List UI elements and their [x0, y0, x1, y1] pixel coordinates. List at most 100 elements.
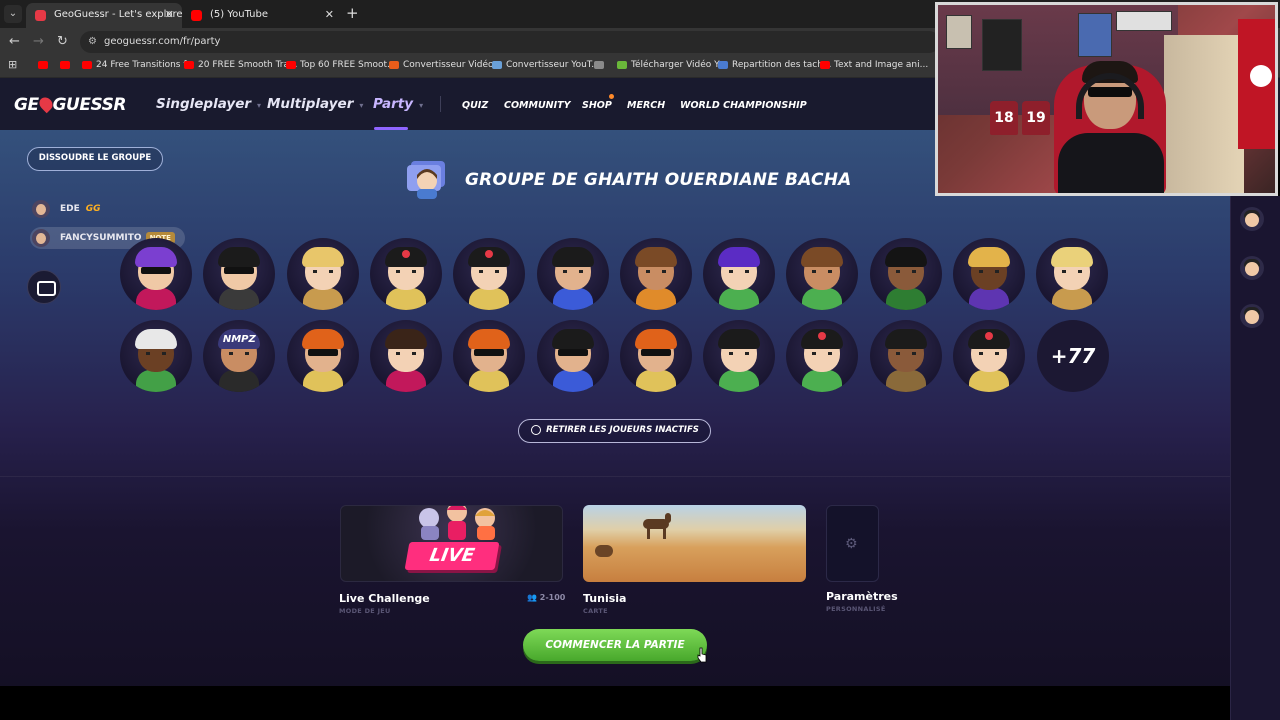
- bookmark-favicon-icon: [60, 61, 70, 69]
- player-avatar[interactable]: [619, 238, 692, 310]
- bookmark-label: 24 Free Transitions f...: [96, 60, 195, 70]
- map-label: CARTE: [583, 607, 608, 615]
- friend-avatar[interactable]: [1240, 256, 1264, 280]
- group-icon: [407, 161, 445, 199]
- tab-search-icon[interactable]: ⌄: [4, 5, 22, 23]
- bookmark-favicon-icon: [617, 61, 627, 69]
- player-avatar[interactable]: [1036, 238, 1109, 310]
- player-limit-value: 2-100: [539, 593, 566, 602]
- player-avatar[interactable]: [536, 238, 609, 310]
- bookmark-favicon-icon: [82, 61, 92, 69]
- nav-singleplayer[interactable]: Singleplayer ▾: [156, 96, 261, 112]
- bookmark-label: Top 60 FREE Smoot...: [300, 60, 396, 70]
- jersey-19: 19: [1022, 101, 1050, 135]
- bookmark-label: Télécharger Vidéo Y...: [631, 60, 727, 70]
- back-icon[interactable]: ←: [9, 34, 20, 49]
- live-badge: LIVE: [404, 542, 500, 570]
- bookmark-item[interactable]: 20 FREE Smooth Tra...: [184, 60, 298, 70]
- player-avatar[interactable]: [286, 320, 359, 392]
- chevron-down-icon: ▾: [257, 101, 262, 110]
- more-players-count[interactable]: +77: [1037, 320, 1109, 392]
- remove-inactive-players-button[interactable]: RETIRER LES JOUEURS INACTIFS: [518, 419, 711, 443]
- player-avatar[interactable]: [120, 238, 192, 310]
- section-divider: [0, 476, 1230, 477]
- chat-username: FANCYSUMMITO: [60, 233, 142, 243]
- bookmark-favicon-icon: [718, 61, 728, 69]
- bookmark-favicon-icon: [184, 61, 194, 69]
- players-icon: 👥: [527, 593, 537, 602]
- browser-tab-youtube[interactable]: (5) YouTube ✕: [182, 3, 342, 28]
- player-avatar[interactable]: [953, 238, 1025, 310]
- nav-label: Party: [373, 96, 414, 112]
- browser-tab-geoguessr[interactable]: GeoGuessr - Let's explore the w ✕: [26, 3, 182, 28]
- nav-shop[interactable]: SHOP: [582, 100, 612, 111]
- bookmark-item[interactable]: 24 Free Transitions f...: [82, 60, 194, 70]
- friend-avatar[interactable]: [1240, 207, 1264, 231]
- chat-message: EDE GG: [30, 198, 101, 220]
- webcam-poster: [946, 15, 972, 49]
- reload-icon[interactable]: ↻: [57, 34, 68, 49]
- bookmark-favicon-icon: [38, 61, 48, 69]
- dissolve-group-button[interactable]: DISSOUDRE LE GROUPE: [27, 147, 163, 171]
- map-pin-icon: [36, 94, 55, 114]
- player-limit: 👥 2-100: [527, 593, 565, 602]
- apps-grid-icon[interactable]: ⊞: [8, 58, 17, 71]
- player-avatar[interactable]: [953, 320, 1025, 392]
- bookmark-label: Convertisseur YouT...: [506, 60, 600, 70]
- bookmark-label: 20 FREE Smooth Tra...: [198, 60, 298, 70]
- nav-label: Singleplayer: [156, 96, 252, 112]
- game-mode-card[interactable]: LIVE: [340, 505, 563, 582]
- player-avatar[interactable]: [453, 238, 526, 310]
- url-bar[interactable]: ⚙ geoguessr.com/fr/party: [80, 31, 940, 53]
- player-avatar[interactable]: [536, 320, 609, 392]
- forward-icon[interactable]: →: [33, 34, 44, 49]
- player-avatar[interactable]: [120, 320, 192, 392]
- player-avatar[interactable]: [619, 320, 692, 392]
- avatar: [32, 229, 50, 247]
- button-label: RETIRER LES JOUEURS INACTIFS: [546, 425, 699, 435]
- bookmark-item[interactable]: Convertisseur Vidéo...: [389, 60, 502, 70]
- game-mode-title: Live Challenge: [339, 592, 430, 605]
- nav-merch[interactable]: MERCH: [627, 100, 665, 111]
- nmpz-cap-text: NMPZ: [222, 334, 256, 345]
- chevron-down-icon: ▾: [419, 101, 424, 110]
- webcam-poster: [1116, 11, 1172, 31]
- site-info-icon[interactable]: ⚙: [88, 31, 97, 53]
- player-avatar[interactable]: [869, 238, 942, 310]
- player-avatar[interactable]: [369, 238, 442, 310]
- bookmark-item[interactable]: Top 60 FREE Smoot...: [286, 60, 396, 70]
- player-avatar[interactable]: NMPZ: [203, 320, 276, 392]
- player-avatar[interactable]: [369, 320, 442, 392]
- geoguessr-favicon-icon: [35, 10, 46, 21]
- hand-cursor-icon: [697, 647, 707, 663]
- bookmark-item[interactable]: Repartition des tach...: [718, 60, 832, 70]
- start-game-button[interactable]: COMMENCER LA PARTIE: [523, 629, 707, 661]
- settings-card[interactable]: ⚙: [826, 505, 879, 582]
- nav-world-championship[interactable]: WORLD CHAMPIONSHIP: [680, 100, 807, 111]
- settings-title: Paramètres: [826, 590, 898, 603]
- player-avatar[interactable]: [703, 320, 776, 392]
- bookmark-item[interactable]: Convertisseur YouT...: [492, 60, 600, 70]
- bookmark-item[interactable]: Text and Image ani...: [820, 60, 928, 70]
- geoguessr-logo[interactable]: GE GUESSR: [14, 94, 126, 115]
- nav-quiz[interactable]: QUIZ: [462, 100, 488, 111]
- nav-party[interactable]: Party ▾: [373, 96, 423, 112]
- close-tab-icon[interactable]: ✕: [325, 3, 334, 27]
- chat-toggle-icon[interactable]: [27, 270, 61, 304]
- player-avatar[interactable]: [786, 238, 859, 310]
- player-avatar[interactable]: [453, 320, 526, 392]
- new-tab-icon[interactable]: +: [346, 4, 359, 22]
- player-avatar[interactable]: [703, 238, 776, 310]
- nav-label: Multiplayer: [267, 96, 354, 112]
- map-card[interactable]: [583, 505, 806, 582]
- bookmark-item[interactable]: Télécharger Vidéo Y...: [617, 60, 726, 70]
- nav-multiplayer[interactable]: Multiplayer ▾: [267, 96, 363, 112]
- player-avatar[interactable]: [869, 320, 942, 392]
- friend-avatar[interactable]: [1240, 304, 1264, 328]
- close-tab-icon[interactable]: ✕: [165, 3, 174, 27]
- player-avatar[interactable]: [286, 238, 359, 310]
- player-avatar[interactable]: [203, 238, 276, 310]
- map-title: Tunisia: [583, 592, 627, 605]
- nav-community[interactable]: COMMUNITY: [504, 100, 571, 111]
- player-avatar[interactable]: [786, 320, 859, 392]
